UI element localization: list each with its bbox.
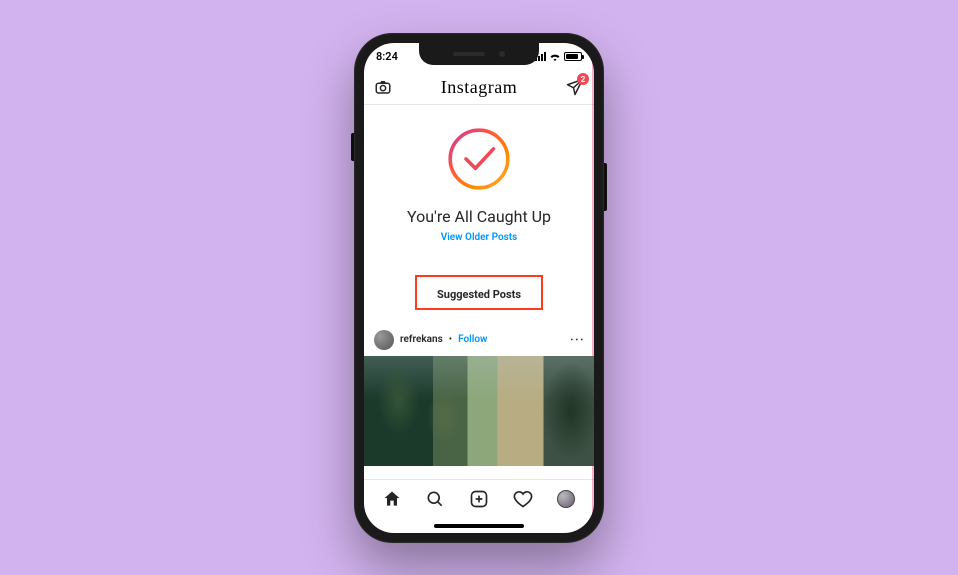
nav-activity-icon[interactable]	[512, 488, 534, 510]
status-time: 8:24	[376, 50, 398, 63]
nav-new-post-icon[interactable]	[468, 488, 490, 510]
wifi-icon	[549, 52, 561, 61]
view-older-posts-link[interactable]: View Older Posts	[374, 232, 584, 243]
bottom-nav	[364, 479, 594, 519]
status-indicators	[535, 52, 582, 61]
separator-dot: •	[449, 334, 452, 345]
caught-up-section: You're All Caught Up View Older Posts	[364, 105, 594, 253]
nav-search-icon[interactable]	[424, 488, 446, 510]
post-header: refrekans • Follow ⋮	[364, 324, 594, 356]
home-indicator[interactable]	[364, 519, 594, 533]
suggested-posts-heading-highlight: Suggested Posts	[415, 275, 543, 310]
phone-notch	[419, 43, 539, 65]
suggested-posts-heading: Suggested Posts	[437, 288, 521, 301]
direct-messages-icon[interactable]: 2	[566, 78, 584, 96]
caught-up-check-icon	[443, 123, 515, 195]
instagram-logo[interactable]: Instagram	[441, 77, 517, 98]
nav-profile-icon[interactable]	[555, 488, 577, 510]
phone-screen: 8:24 Instagram 2	[364, 43, 594, 533]
follow-link[interactable]: Follow	[458, 334, 487, 345]
phone-device-frame: 8:24 Instagram 2	[354, 33, 604, 543]
nav-home-icon[interactable]	[381, 488, 403, 510]
post-author-avatar[interactable]	[374, 330, 394, 350]
profile-avatar-icon	[557, 490, 575, 508]
feed-content[interactable]: You're All Caught Up View Older Posts Su…	[364, 105, 594, 479]
dm-badge-count: 2	[577, 73, 589, 85]
caught-up-title: You're All Caught Up	[374, 207, 584, 226]
post-author-username[interactable]: refrekans	[400, 334, 443, 345]
post-image[interactable]	[364, 356, 594, 466]
camera-icon[interactable]	[374, 78, 392, 96]
app-header: Instagram 2	[364, 71, 594, 105]
battery-icon	[564, 52, 582, 61]
